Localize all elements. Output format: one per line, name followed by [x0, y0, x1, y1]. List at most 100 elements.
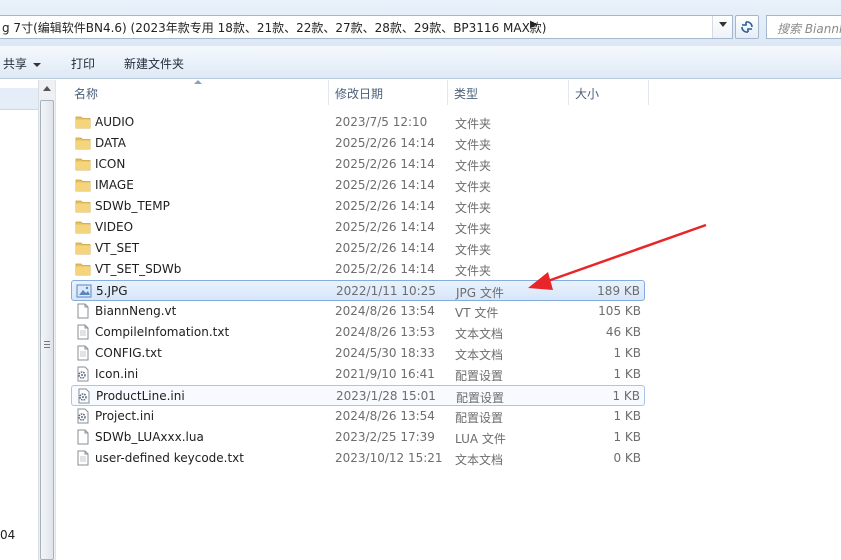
file-modified-date: 2024/5/30 18:33	[335, 346, 435, 360]
text-file-icon	[75, 450, 91, 466]
file-row[interactable]: VIDEO 2025/2/26 14:14 文件夹	[71, 217, 645, 238]
file-type: 配置设置	[456, 391, 505, 405]
file-row[interactable]: DATA 2025/2/26 14:14 文件夹	[71, 133, 645, 154]
column-date-label: 修改日期	[335, 87, 384, 101]
file-row[interactable]: BiannNeng.vt 2024/8/26 13:54 VT 文件 105 KB	[71, 301, 645, 322]
navigation-pane: 04	[0, 80, 38, 560]
address-bar[interactable]: g 7寸(编辑软件BN4.6) (2023年款专用 18款、21款、22款、27…	[0, 15, 733, 39]
file-row[interactable]: Icon.ini 2021/9/10 16:41 配置设置 1 KB	[71, 364, 645, 385]
file-name: SDWb_TEMP	[95, 199, 170, 213]
file-name: CONFIG.txt	[95, 346, 162, 360]
share-label: 共享	[3, 57, 28, 71]
pane-divider[interactable]	[55, 80, 56, 560]
column-header-name[interactable]: 名称	[68, 80, 328, 105]
folder-icon	[75, 177, 91, 193]
file-type: LUA 文件	[455, 432, 506, 446]
file-name: BiannNeng.vt	[95, 304, 177, 318]
nav-item-label[interactable]: 04	[0, 528, 15, 542]
file-type: 文件夹	[455, 138, 492, 152]
nav-scrollbar[interactable]	[38, 80, 55, 560]
scrollbar-thumb[interactable]	[40, 100, 54, 560]
file-row[interactable]: IMAGE 2025/2/26 14:14 文件夹	[71, 175, 645, 196]
file-type: 文件夹	[455, 180, 492, 194]
file-size: 0 KB	[613, 451, 641, 465]
file-modified-date: 2023/1/28 15:01	[336, 389, 436, 403]
address-dropdown-button[interactable]	[712, 16, 732, 38]
file-row[interactable]: AUDIO 2023/7/5 12:10 文件夹	[71, 112, 645, 133]
column-size-label: 大小	[575, 87, 600, 101]
column-header-date[interactable]: 修改日期	[329, 80, 447, 105]
folder-icon	[75, 240, 91, 256]
file-modified-date: 2025/2/26 14:14	[335, 220, 435, 234]
file-row[interactable]: VT_SET_SDWb 2025/2/26 14:14 文件夹	[71, 259, 645, 280]
file-modified-date: 2023/2/25 17:39	[335, 430, 435, 444]
folder-icon	[75, 156, 91, 172]
file-row[interactable]: 5.JPG 2022/1/11 10:25 JPG 文件 189 KB	[71, 280, 645, 301]
file-row[interactable]: Project.ini 2024/8/26 13:54 配置设置 1 KB	[71, 406, 645, 427]
file-row[interactable]: CompileInfomation.txt 2024/8/26 13:53 文本文档…	[71, 322, 645, 343]
file-row[interactable]: CONFIG.txt 2024/5/30 18:33 文本文档 1 KB	[71, 343, 645, 364]
command-toolbar: 共享 打印 新建文件夹	[0, 46, 841, 79]
folder-icon	[75, 198, 91, 214]
file-row[interactable]: user-defined keycode.txt 2023/10/12 15:21…	[71, 448, 645, 469]
folder-icon	[75, 261, 91, 277]
file-row[interactable]: SDWb_TEMP 2025/2/26 14:14 文件夹	[71, 196, 645, 217]
file-name: IMAGE	[95, 178, 134, 192]
settings-file-icon	[75, 408, 91, 424]
text-file-icon	[75, 345, 91, 361]
file-type: 文件夹	[455, 222, 492, 236]
file-modified-date: 2025/2/26 14:14	[335, 157, 435, 171]
file-row[interactable]: SDWb_LUAxxx.lua 2023/2/25 17:39 LUA 文件 1 KB	[71, 427, 645, 448]
column-name-label: 名称	[74, 87, 99, 101]
image-file-icon	[76, 283, 92, 299]
file-modified-date: 2025/2/26 14:14	[335, 241, 435, 255]
file-row[interactable]: ICON 2025/2/26 14:14 文件夹	[71, 154, 645, 175]
file-name: ProductLine.ini	[96, 389, 185, 403]
column-header-type[interactable]: 类型	[448, 80, 568, 105]
file-size: 189 KB	[597, 284, 640, 298]
file-modified-date: 2021/9/10 16:41	[335, 367, 435, 381]
file-name: ICON	[95, 157, 126, 171]
search-input[interactable]: 搜索 Biannl	[766, 15, 841, 39]
file-modified-date: 2025/2/26 14:14	[335, 178, 435, 192]
file-modified-date: 2025/2/26 14:14	[335, 136, 435, 150]
file-size: 1 KB	[613, 367, 641, 381]
grip-icon	[44, 341, 50, 348]
breadcrumb-chevron-icon[interactable]: ▶	[530, 19, 538, 30]
folder-icon	[75, 135, 91, 151]
folder-icon	[75, 114, 91, 130]
file-size: 1 KB	[613, 430, 641, 444]
file-name: Icon.ini	[95, 367, 139, 381]
file-modified-date: 2024/8/26 13:54	[335, 409, 435, 423]
settings-file-icon	[76, 388, 92, 404]
settings-file-icon	[75, 366, 91, 382]
file-name: VT_SET_SDWb	[95, 262, 182, 276]
file-name: VT_SET	[95, 241, 140, 255]
file-name: Project.ini	[95, 409, 155, 423]
file-modified-date: 2023/7/5 12:10	[335, 115, 428, 129]
file-name: user-defined keycode.txt	[95, 451, 244, 465]
file-icon	[75, 429, 91, 445]
column-separator[interactable]	[648, 80, 649, 105]
column-header-size[interactable]: 大小	[569, 80, 649, 105]
file-row[interactable]: ProductLine.ini 2023/1/28 15:01 配置设置 1 KB	[71, 385, 645, 406]
file-type: 配置设置	[455, 411, 504, 425]
column-type-label: 类型	[454, 87, 479, 101]
file-type: 文件夹	[455, 243, 492, 257]
nav-selected-item[interactable]	[0, 88, 38, 110]
chevron-down-icon	[33, 62, 42, 67]
address-path[interactable]: g 7寸(编辑软件BN4.6) (2023年款专用 18款、21款、22款、27…	[2, 19, 546, 36]
new-folder-button[interactable]: 新建文件夹	[124, 55, 184, 72]
file-type: JPG 文件	[456, 286, 504, 300]
file-name: DATA	[95, 136, 126, 150]
share-button[interactable]: 共享	[3, 55, 42, 72]
file-type: VT 文件	[455, 306, 499, 320]
file-size: 1 KB	[612, 389, 640, 403]
file-row[interactable]: VT_SET 2025/2/26 14:14 文件夹	[71, 238, 645, 259]
file-size: 46 KB	[605, 325, 641, 339]
print-button[interactable]: 打印	[71, 55, 95, 72]
refresh-icon	[741, 21, 753, 33]
scroll-up-arrow-icon[interactable]	[43, 86, 51, 91]
refresh-button[interactable]	[735, 15, 759, 39]
file-name: CompileInfomation.txt	[95, 325, 230, 339]
